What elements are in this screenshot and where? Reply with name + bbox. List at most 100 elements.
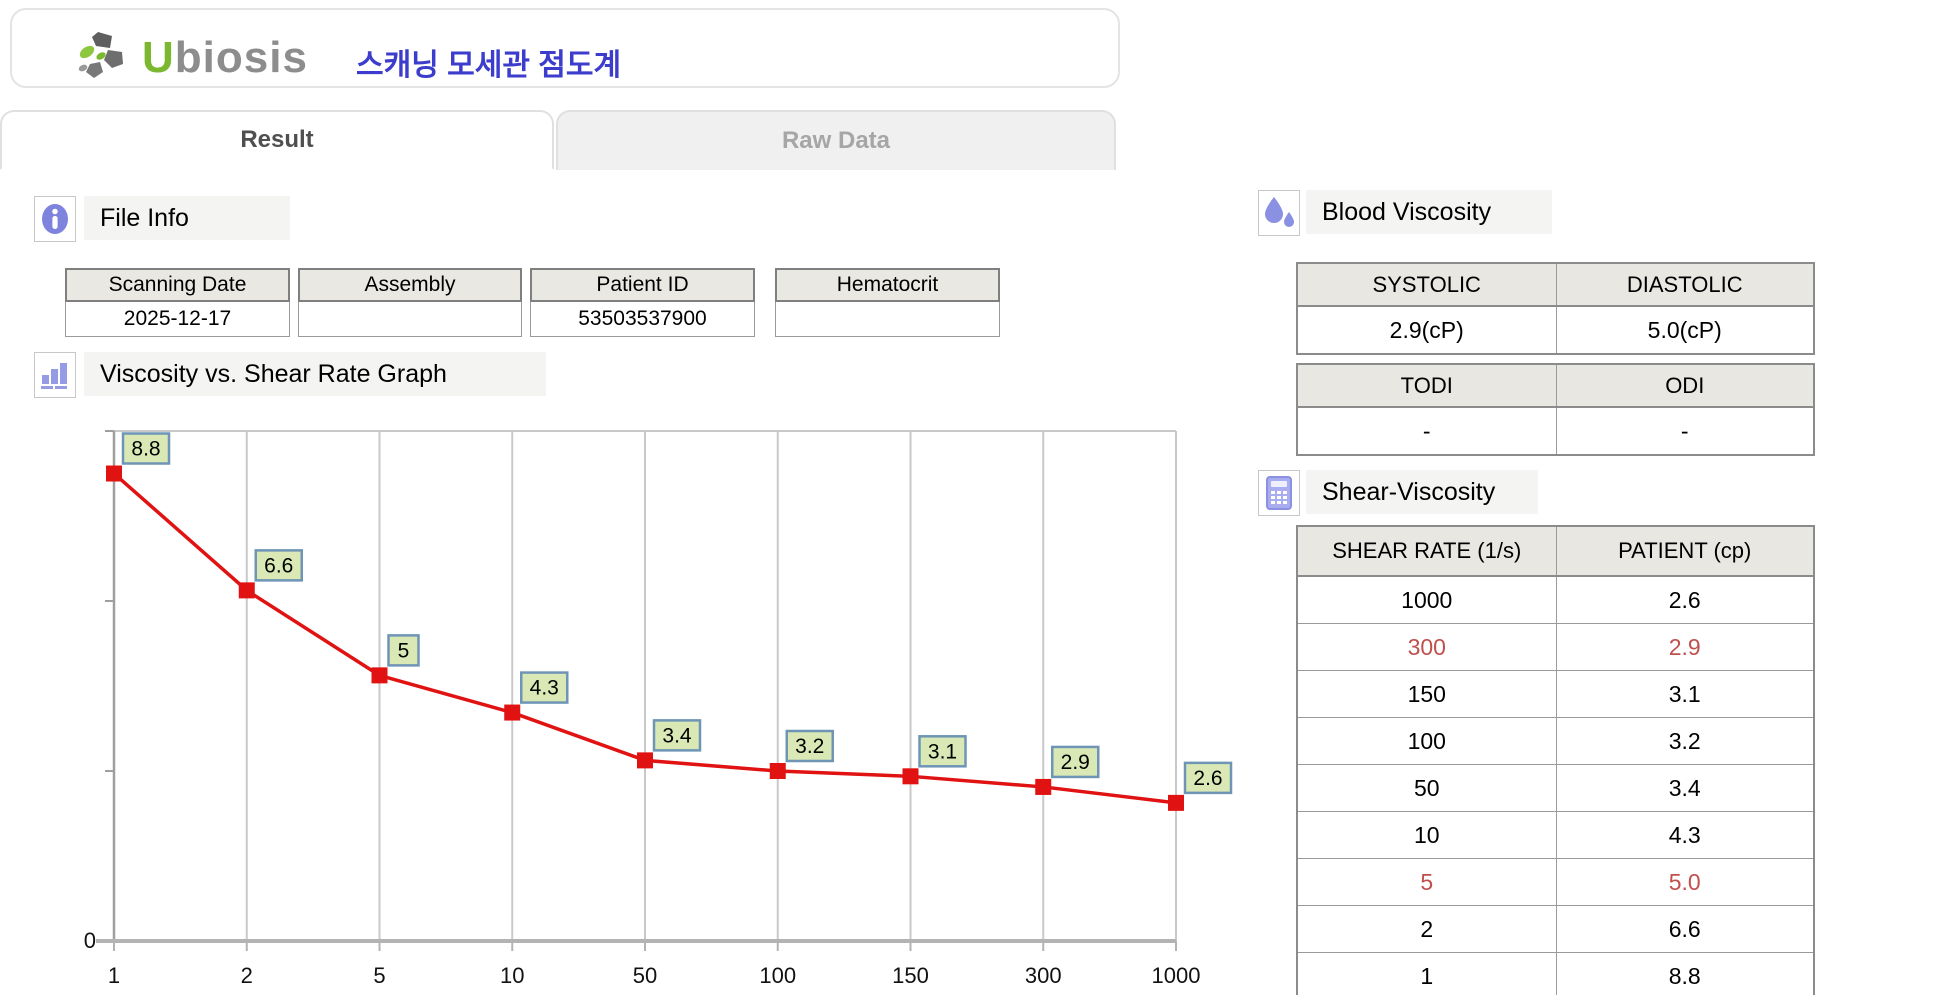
data-point	[1035, 779, 1051, 795]
file-info-section-title: File Info	[84, 196, 290, 240]
shear-viscosity-table: SHEAR RATE (1/s) PATIENT (cp) 10002.6300…	[1296, 525, 1815, 995]
ubiosis-logo-icon	[76, 30, 134, 87]
shear-rate-cell: 2	[1298, 906, 1556, 952]
shear-rate-header: SHEAR RATE (1/s)	[1298, 527, 1556, 575]
tab-result[interactable]: Result	[0, 110, 554, 170]
table-row: 503.4	[1298, 765, 1813, 812]
ubiosis-logo: Ubiosis	[76, 32, 308, 84]
table-header-row: SYSTOLIC DIASTOLIC	[1298, 264, 1813, 307]
shear-viscosity-section-title: Shear-Viscosity	[1306, 470, 1538, 514]
field-label: Hematocrit	[775, 268, 1000, 302]
x-tick-label: 1000	[1152, 963, 1201, 988]
data-label: 5	[398, 639, 410, 662]
table-row: 104.3	[1298, 812, 1813, 859]
field-value: 2025-12-17	[65, 302, 290, 337]
data-point	[903, 768, 919, 784]
shear-rate-cell: 10	[1298, 812, 1556, 858]
app-window: Ubiosis 스캐닝 모세관 점도계 Result Raw Data File…	[0, 0, 1943, 995]
todi-odi-table: TODI ODI - -	[1296, 363, 1815, 456]
page-title-korean: 스캐닝 모세관 점도계	[356, 40, 621, 84]
field-value	[298, 302, 522, 337]
table-row: 18.8	[1298, 953, 1813, 995]
systolic-header: SYSTOLIC	[1298, 264, 1556, 305]
patient-cell: 3.4	[1556, 765, 1814, 811]
data-label: 3.4	[662, 724, 692, 747]
data-label: 3.1	[928, 740, 957, 763]
data-point	[770, 763, 786, 779]
x-tick-label: 10	[500, 963, 524, 988]
patient-cell: 2.9	[1556, 624, 1814, 670]
patient-cell: 6.6	[1556, 906, 1814, 952]
app-header: Ubiosis 스캐닝 모세관 점도계	[10, 8, 1120, 88]
x-tick-label: 300	[1025, 963, 1062, 988]
patient-cell: 3.2	[1556, 718, 1814, 764]
x-tick-label: 150	[892, 963, 929, 988]
shear-rate-cell: 1000	[1298, 577, 1556, 623]
blood-viscosity-section-title: Blood Viscosity	[1306, 190, 1552, 234]
field-hematocrit: Hematocrit	[775, 268, 1000, 337]
shear-rate-cell: 300	[1298, 624, 1556, 670]
x-tick-label: 100	[759, 963, 796, 988]
y-zero-label: 0	[84, 928, 96, 953]
todi-value: -	[1298, 408, 1556, 454]
table-value-row: 2.9(cP) 5.0(cP)	[1298, 307, 1813, 353]
patient-cell: 3.1	[1556, 671, 1814, 717]
patient-cell: 8.8	[1556, 953, 1814, 995]
odi-value: -	[1556, 408, 1814, 454]
blood-viscosity-table: SYSTOLIC DIASTOLIC 2.9(cP) 5.0(cP)	[1296, 262, 1815, 355]
data-labels-group: 8.86.654.33.43.23.12.92.6	[123, 434, 1231, 793]
brand-initial: U	[142, 33, 175, 82]
table-row: 3002.9	[1298, 624, 1813, 671]
x-tick-labels: 12510501001503001000	[108, 963, 1201, 988]
info-icon	[34, 196, 76, 242]
patient-cell: 5.0	[1556, 859, 1814, 905]
tab-raw-data[interactable]: Raw Data	[556, 110, 1116, 170]
data-point	[239, 582, 255, 598]
field-value: 53503537900	[530, 302, 755, 337]
data-label: 6.6	[264, 554, 293, 577]
table-row: 26.6	[1298, 906, 1813, 953]
shear-rate-cell: 5	[1298, 859, 1556, 905]
brand-name: Ubiosis	[142, 36, 308, 80]
brand-rest: biosis	[175, 33, 308, 82]
data-point	[106, 466, 122, 482]
shear-viscosity-table-body: 10002.63002.91503.11003.2503.4104.355.02…	[1298, 577, 1813, 995]
table-header-row: TODI ODI	[1298, 365, 1813, 408]
todi-header: TODI	[1298, 365, 1556, 406]
odi-header: ODI	[1556, 365, 1814, 406]
shear-rate-cell: 50	[1298, 765, 1556, 811]
data-label: 8.8	[131, 438, 160, 461]
field-assembly: Assembly	[298, 268, 522, 337]
x-tick-label: 2	[241, 963, 253, 988]
shear-rate-cell: 150	[1298, 671, 1556, 717]
table-row: 1503.1	[1298, 671, 1813, 718]
shear-rate-cell: 1	[1298, 953, 1556, 995]
shear-rate-cell: 100	[1298, 718, 1556, 764]
x-tick-label: 50	[633, 963, 657, 988]
calculator-icon	[1258, 470, 1300, 516]
data-label: 4.3	[530, 677, 559, 700]
field-label: Patient ID	[530, 268, 755, 302]
gridlines-group	[96, 431, 1176, 951]
patient-header: PATIENT (cp)	[1556, 527, 1814, 575]
blood-droplets-icon	[1258, 190, 1300, 236]
data-point	[1168, 795, 1184, 811]
field-value	[775, 302, 1000, 337]
patient-cell: 4.3	[1556, 812, 1814, 858]
data-point	[372, 667, 388, 683]
data-label: 2.6	[1193, 767, 1222, 790]
table-row: 1003.2	[1298, 718, 1813, 765]
diastolic-header: DIASTOLIC	[1556, 264, 1814, 305]
table-value-row: - -	[1298, 408, 1813, 454]
data-point	[637, 752, 653, 768]
field-label: Assembly	[298, 268, 522, 302]
data-label: 2.9	[1061, 751, 1090, 774]
patient-cell: 2.6	[1556, 577, 1814, 623]
field-patient-id: Patient ID 53503537900	[530, 268, 755, 337]
x-tick-label: 1	[108, 963, 120, 988]
table-header-row: SHEAR RATE (1/s) PATIENT (cp)	[1298, 527, 1813, 577]
field-scanning-date: Scanning Date 2025-12-17	[65, 268, 290, 337]
table-row: 10002.6	[1298, 577, 1813, 624]
data-point	[504, 705, 520, 721]
diastolic-value: 5.0(cP)	[1556, 307, 1814, 353]
